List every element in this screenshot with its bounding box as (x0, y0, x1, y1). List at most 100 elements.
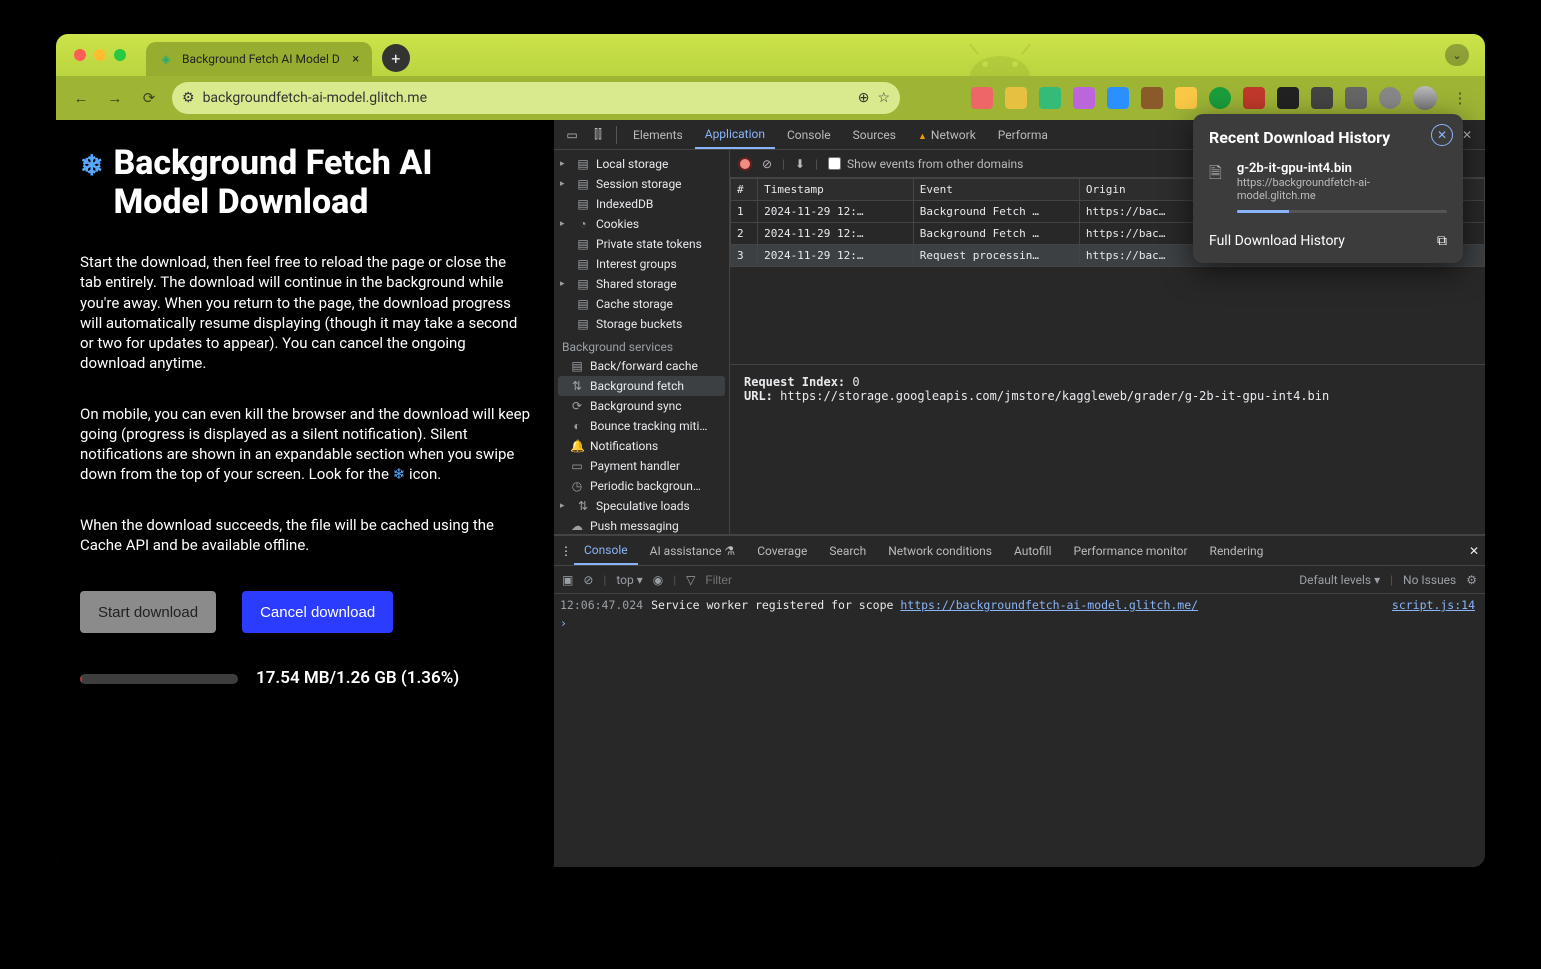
extension-icon[interactable] (1005, 87, 1027, 109)
sidebar-item[interactable]: ▤Private state tokens (554, 234, 729, 254)
col-timestamp[interactable]: Timestamp (758, 179, 914, 201)
chrome-menu-button[interactable]: ⋮ (1449, 87, 1471, 109)
console-output[interactable]: 12:06:47.024 Service worker registered f… (554, 594, 1485, 867)
tab-overflow-button[interactable]: ⌄ (1445, 44, 1469, 66)
record-button[interactable] (738, 157, 752, 171)
extension-icon[interactable] (1175, 87, 1197, 109)
drawer-close-icon[interactable]: ✕ (1469, 544, 1479, 558)
sidebar-item[interactable]: ▸▤Session storage (554, 174, 729, 194)
start-download-button[interactable]: Start download (80, 591, 216, 633)
clear-console-icon[interactable]: ⊘ (583, 573, 593, 587)
sidebar-item[interactable]: ⟳Background sync (554, 396, 729, 416)
source-link[interactable]: script.js:14 (1392, 598, 1475, 612)
sidebar-item[interactable]: ▤IndexedDB (554, 194, 729, 214)
col-event[interactable]: Event (913, 179, 1079, 201)
close-popover-button[interactable]: ✕ (1431, 124, 1453, 146)
issues-badge[interactable]: No Issues (1403, 573, 1456, 587)
download-item[interactable]: 🗎 g-2b-it-gpu-int4.bin https://backgroun… (1209, 161, 1447, 213)
tab-application[interactable]: Application (695, 121, 775, 149)
sidebar-item[interactable]: ▤Back/forward cache (554, 356, 729, 376)
device-toggle-icon[interactable]: ⫿⫿ (586, 123, 610, 147)
downloads-icon[interactable] (1379, 87, 1401, 109)
extension-icon[interactable] (1243, 87, 1265, 109)
mobile-paragraph: On mobile, you can even kill the browser… (80, 404, 530, 485)
download-progress-bar (1237, 210, 1447, 213)
sidebar-item[interactable]: 🔔Notifications (554, 436, 729, 456)
minimize-window[interactable] (94, 49, 106, 61)
close-window[interactable] (74, 49, 86, 61)
col-num[interactable]: # (731, 179, 758, 201)
levels-selector[interactable]: Default levels ▾ (1299, 573, 1380, 587)
window-controls (68, 34, 130, 76)
extension-icon[interactable] (1277, 87, 1299, 109)
forward-button[interactable]: → (104, 87, 126, 109)
maximize-window[interactable] (114, 49, 126, 61)
console-prompt[interactable]: › (560, 616, 1479, 630)
show-other-checkbox[interactable]: Show events from other domains (828, 157, 1023, 171)
console-line: 12:06:47.024 Service worker registered f… (560, 598, 1479, 612)
col-origin[interactable]: Origin (1079, 179, 1207, 201)
download-origin: https://backgroundfetch-ai-model.glitch.… (1237, 176, 1447, 202)
drawer-tab-console[interactable]: Console (574, 537, 638, 565)
drawer-tab-ai[interactable]: AI assistance ⚗ (640, 538, 746, 564)
extension-icon[interactable] (1073, 87, 1095, 109)
extension-icon[interactable] (971, 87, 993, 109)
tab-console[interactable]: Console (777, 122, 841, 148)
browser-tab[interactable]: ◈ Background Fetch AI Model D × (146, 42, 372, 76)
sidebar-item[interactable]: ◷Periodic backgroun… (554, 476, 729, 496)
drawer-tab-network-conditions[interactable]: Network conditions (878, 538, 1002, 564)
filter-input[interactable] (705, 573, 860, 587)
context-selector[interactable]: top ▾ (616, 573, 642, 587)
inspect-icon[interactable]: ▭ (560, 123, 584, 147)
sidebar-item[interactable]: ▸▤Shared storage (554, 274, 729, 294)
sidebar-item[interactable]: ▸⇅Speculative loads (554, 496, 729, 516)
sidebar-item[interactable]: ◐Bounce tracking miti… (554, 416, 729, 436)
drawer-tab-perfmon[interactable]: Performance monitor (1064, 538, 1198, 564)
drawer-tab-rendering[interactable]: Rendering (1200, 538, 1274, 564)
download-icon[interactable]: ⬇ (795, 157, 805, 171)
extension-icon[interactable] (1209, 87, 1231, 109)
sidebar-toggle-icon[interactable]: ▣ (562, 573, 573, 587)
sidebar-item[interactable]: ▤Interest groups (554, 254, 729, 274)
sidebar-group-label: Background services (554, 334, 729, 356)
full-download-history-link[interactable]: Full Download History ⧉ (1209, 233, 1447, 249)
extension-icon[interactable] (1141, 87, 1163, 109)
site-settings-icon[interactable]: ⚙ (182, 90, 195, 106)
sidebar-item[interactable]: ▸◔Cookies (554, 214, 729, 234)
install-app-icon[interactable]: ⊕ (858, 90, 870, 106)
profile-avatar[interactable] (1413, 86, 1437, 110)
bookmark-icon[interactable]: ☆ (877, 90, 890, 106)
tab-sources[interactable]: Sources (843, 122, 906, 148)
sidebar-item[interactable]: ▭Payment handler (554, 456, 729, 476)
console-settings-icon[interactable]: ⚙ (1466, 573, 1477, 587)
tab-elements[interactable]: Elements (623, 122, 693, 148)
sidebar-item[interactable]: ▤Storage buckets (554, 314, 729, 334)
extension-icon[interactable] (1345, 87, 1367, 109)
sidebar-item[interactable]: ▤Cache storage (554, 294, 729, 314)
drawer-tab-search[interactable]: Search (819, 538, 876, 564)
checkbox[interactable] (828, 157, 841, 170)
sidebar-item[interactable]: ☁Push messaging (554, 516, 729, 534)
live-expression-icon[interactable]: ◉ (653, 573, 663, 587)
tab-performance[interactable]: Performa (988, 122, 1058, 148)
progress-fill (80, 674, 82, 684)
drawer-menu-icon[interactable]: ⋮ (560, 544, 572, 558)
cancel-download-button[interactable]: Cancel download (242, 591, 393, 633)
drawer-tab-autofill[interactable]: Autofill (1004, 538, 1062, 564)
divider (616, 126, 617, 144)
log-link[interactable]: https://backgroundfetch-ai-model.glitch.… (900, 598, 1198, 612)
tab-close-button[interactable]: × (348, 51, 364, 67)
extension-icon[interactable] (1311, 87, 1333, 109)
reload-button[interactable]: ⟳ (138, 87, 160, 109)
extension-icon[interactable] (1039, 87, 1061, 109)
back-button[interactable]: ← (70, 87, 92, 109)
new-tab-button[interactable]: + (382, 44, 410, 72)
tab-network[interactable]: Network (908, 122, 986, 148)
application-sidebar[interactable]: ▸▤Local storage ▸▤Session storage ▤Index… (554, 150, 730, 534)
sidebar-item[interactable]: ▸▤Local storage (554, 154, 729, 174)
address-bar[interactable]: ⚙ backgroundfetch-ai-model.glitch.me ⊕ ☆ (172, 82, 900, 114)
drawer-tab-coverage[interactable]: Coverage (747, 538, 817, 564)
extension-icon[interactable] (1107, 87, 1129, 109)
clear-icon[interactable]: ⊘ (762, 157, 772, 171)
sidebar-item-selected[interactable]: ⇅Background fetch (558, 376, 725, 396)
